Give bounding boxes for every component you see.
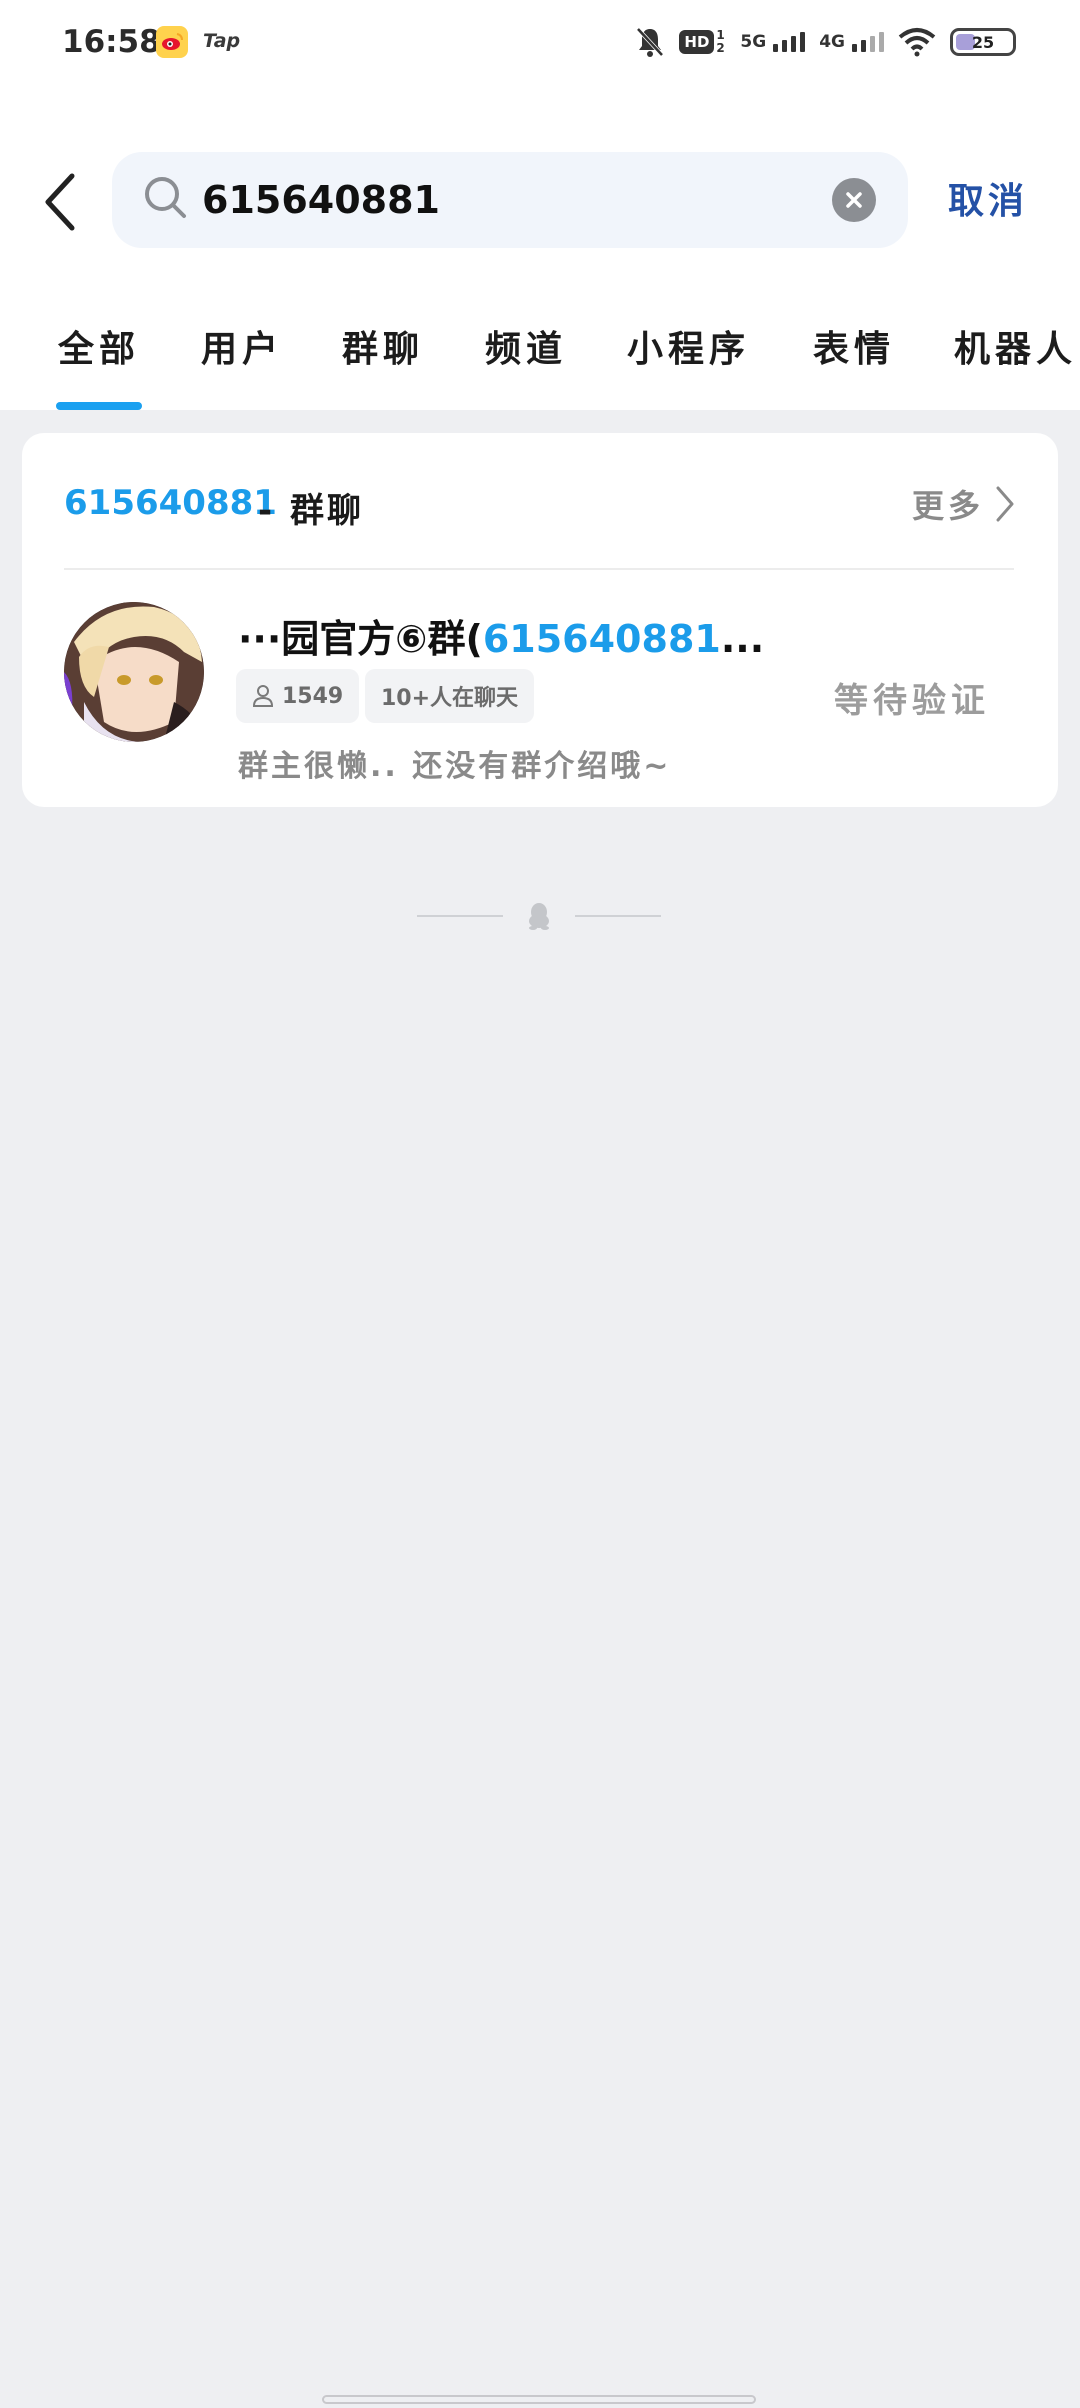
tab-users[interactable]: 用户 [201, 320, 283, 372]
tab-group-chats[interactable]: 群聊 [342, 320, 424, 372]
search-header: 取消 全部 用户 群聊 频道 小程序 表情 机器人 [0, 88, 1080, 410]
group-results-card: 615640881 - 群聊 更多 ···园官方⑥群(615640881... … [22, 433, 1058, 807]
search-results-page: 16:58 Tap HD 1 2 5G 4G 25 615640881 取消 全… [0, 0, 1080, 2408]
more-button[interactable]: 更多 [912, 481, 1016, 527]
status-indicators: HD 1 2 5G 4G 25 [635, 22, 1016, 62]
tab-mini-programs[interactable]: 小程序 [627, 320, 750, 372]
tab-channels[interactable]: 频道 [485, 320, 567, 372]
group-description: 群主很懒.. 还没有群介绍哦~ [238, 749, 672, 784]
wifi-icon [898, 28, 936, 57]
member-count-badge: 1549 [236, 669, 360, 723]
battery-icon: 25 [950, 28, 1016, 56]
search-icon [145, 177, 186, 218]
section-type: - 群聊 [258, 491, 364, 531]
signal-4g-icon: 4G [819, 32, 884, 52]
person-icon [252, 685, 274, 707]
close-icon [846, 192, 862, 208]
group-name[interactable]: ···园官方⑥群(615640881... [238, 608, 764, 663]
more-label: 更多 [911, 487, 984, 525]
signal-5g-icon: 5G [740, 32, 806, 52]
group-avatar[interactable] [64, 602, 204, 742]
chevron-right-icon [996, 486, 1014, 522]
search-box[interactable] [112, 152, 908, 248]
weibo-notification-icon [156, 26, 188, 58]
tab-all[interactable]: 全部 [58, 320, 140, 372]
join-status: 等待验证 [834, 681, 990, 721]
mute-bell-icon [636, 27, 664, 57]
hd-voice-icon: HD 1 2 [679, 29, 726, 55]
section-query: 615640881 [64, 483, 277, 523]
chevron-left-icon [45, 173, 75, 231]
status-time: 16:58 [62, 24, 161, 60]
result-tabs: 全部 用户 群聊 频道 小程序 表情 机器人 [0, 320, 1080, 410]
search-input[interactable] [202, 170, 802, 230]
active-chatting-badge: 10+人在聊天 [365, 669, 535, 723]
active-tab-indicator [56, 402, 142, 410]
qq-penguin-icon [529, 903, 549, 930]
cancel-button[interactable]: 取消 [948, 172, 1028, 224]
tab-stickers[interactable]: 表情 [813, 320, 895, 372]
end-of-results-marker [417, 900, 661, 932]
status-bar: 16:58 Tap HD 1 2 5G 4G 25 [0, 0, 1080, 88]
tab-bots[interactable]: 机器人 [954, 320, 1077, 372]
home-indicator[interactable] [322, 2395, 756, 2404]
tap-notification-icon: Tap [203, 30, 241, 52]
divider [64, 568, 1014, 570]
clear-search-button[interactable] [832, 178, 876, 222]
back-button[interactable] [38, 166, 86, 238]
